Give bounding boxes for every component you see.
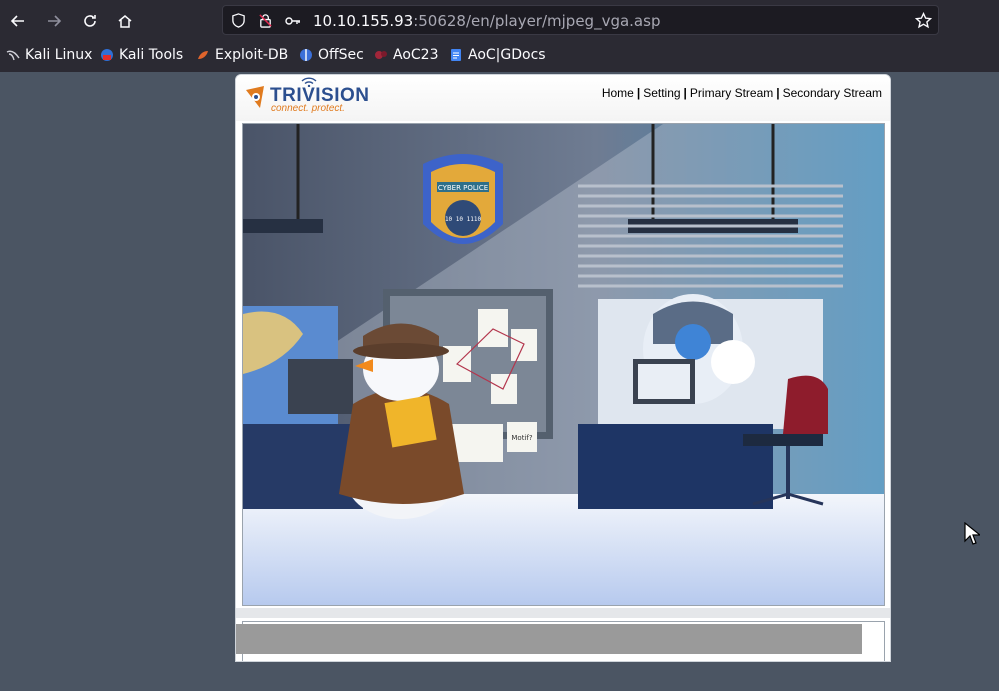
bookmark-label: Exploit-DB <box>215 47 289 63</box>
nav-setting-link[interactable]: Setting <box>643 86 680 100</box>
browser-chrome: 10.10.155.93:50628/en/player/mjpeg_vga.a… <box>0 0 999 72</box>
reload-button[interactable] <box>78 9 102 33</box>
bookmark-aoc23[interactable]: AoC23 <box>374 47 439 63</box>
forward-arrow-icon <box>48 15 62 27</box>
nav-separator: | <box>776 86 780 100</box>
forward-button[interactable] <box>42 9 66 33</box>
bookmark-label: Kali Linux <box>25 47 93 63</box>
bookmark-star-icon[interactable] <box>915 12 932 29</box>
bookmark-offsec[interactable]: OffSec <box>299 47 364 63</box>
bookmark-kali-linux[interactable]: Kali Linux <box>6 47 92 63</box>
top-nav: Home | Setting | Primary Stream | Secondary St… <box>602 86 882 100</box>
stream-separator <box>236 608 890 618</box>
bookmark-label: OffSec <box>318 47 364 63</box>
nav-home-link[interactable]: Home <box>602 86 634 100</box>
gdocs-icon <box>451 49 461 61</box>
nav-primary-stream-link[interactable]: Primary Stream <box>690 86 773 100</box>
brand-tagline: connect. protect. <box>271 103 345 114</box>
bookmark-kali-tools[interactable]: Kali Tools <box>100 47 183 63</box>
insecure-lock-icon[interactable] <box>258 13 273 28</box>
shield-icon[interactable] <box>231 13 246 28</box>
aoc-icon <box>375 51 387 59</box>
bookmark-label: Kali Tools <box>119 47 184 63</box>
bookmark-label: AoC|GDocs <box>468 47 546 63</box>
url-host: 10.10.155.93 <box>313 12 414 30</box>
key-icon[interactable] <box>285 14 301 28</box>
mjpeg-video-stream: CYBER POLICE 10 10 1110 Motif? <box>242 123 885 606</box>
stream-control-bar <box>236 624 862 654</box>
nav-separator: | <box>636 86 641 100</box>
url-bar[interactable]: 10.10.155.93:50628/en/player/mjpeg_vga.a… <box>222 5 939 35</box>
page-header: TRIVISION connect. protect. Home | Setting… <box>236 75 890 121</box>
badge-code: 10 10 1110 <box>445 216 482 223</box>
badge-text: CYBER POLICE <box>438 184 488 192</box>
url-path: :50628/en/player/mjpeg_vga.asp <box>413 12 661 30</box>
kali-dragon-icon <box>6 50 20 61</box>
url-text[interactable]: 10.10.155.93:50628/en/player/mjpeg_vga.a… <box>313 12 660 30</box>
reload-icon <box>84 15 96 27</box>
kali-tools-icon <box>101 49 113 61</box>
nav-secondary-stream-link[interactable]: Secondary Stream <box>783 86 882 100</box>
note-text: Motif? <box>511 434 532 442</box>
home-icon <box>118 15 132 28</box>
bookmarks-toolbar: Kali Linux Kali Tools Exploit-DB OffSec … <box>0 42 999 70</box>
exploit-db-icon <box>198 51 208 59</box>
bookmark-aoc-gdocs[interactable]: AoC|GDocs <box>449 47 546 63</box>
mouse-cursor-icon <box>964 522 980 545</box>
bookmark-label: AoC23 <box>393 47 439 63</box>
camera-scene-image: CYBER POLICE 10 10 1110 Motif? <box>243 124 884 605</box>
offsec-icon <box>300 49 312 61</box>
bookmark-exploit-db[interactable]: Exploit-DB <box>196 47 288 63</box>
camera-web-page: TRIVISION connect. protect. Home | Setting… <box>235 74 891 662</box>
nav-separator: | <box>683 86 687 100</box>
back-arrow-icon <box>10 15 24 27</box>
home-button[interactable] <box>113 9 137 33</box>
trivision-eye-icon <box>246 86 264 108</box>
trivision-logo[interactable]: TRIVISION connect. protect. <box>244 77 374 119</box>
stream-controls-panel <box>236 621 885 661</box>
back-button[interactable] <box>6 9 30 33</box>
